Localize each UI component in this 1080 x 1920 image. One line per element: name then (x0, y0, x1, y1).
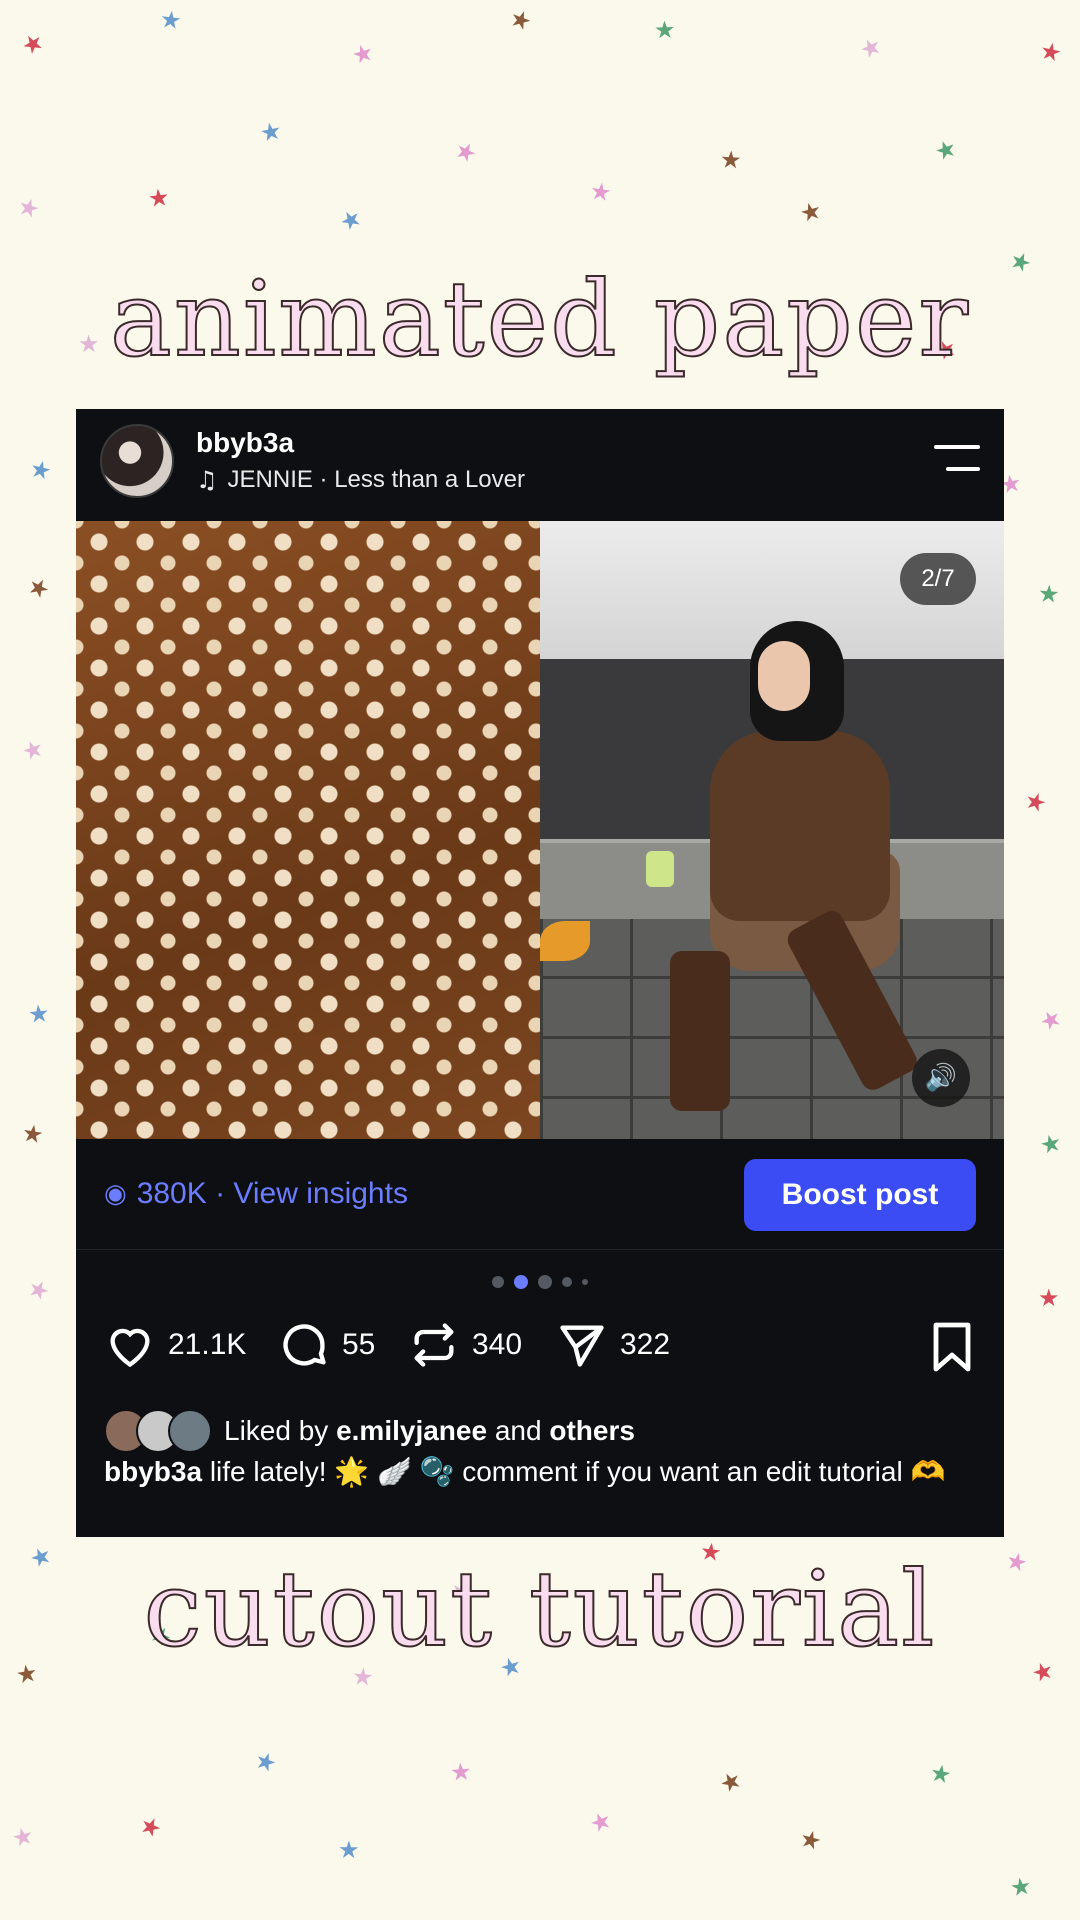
music-note-icon: ♫ (196, 466, 218, 494)
repost-icon (414, 1323, 454, 1367)
comment-count: 55 (342, 1328, 376, 1361)
star-icon: ★ (585, 1804, 616, 1840)
star-icon: ★ (19, 1118, 46, 1150)
media-counter: 2/7 (900, 553, 976, 605)
liked-by-text: Liked by e.milyjanee and others (224, 1415, 635, 1446)
send-icon (560, 1325, 604, 1367)
star-icon: ★ (1037, 36, 1065, 68)
star-icon: ★ (257, 116, 284, 148)
insights-label: 380K · View insights (136, 1177, 408, 1210)
overlay-title-top: animated paper (109, 257, 971, 381)
action-bar: 21.1K 55 340 322 (104, 1319, 976, 1379)
bookmark-icon[interactable] (928, 1321, 976, 1373)
carousel-dot (492, 1276, 504, 1288)
carousel-dot (514, 1275, 528, 1289)
insights-bar: ◉ 380K · View insights Boost post (76, 1139, 1004, 1250)
star-icon: ★ (449, 1757, 473, 1787)
star-icon: ★ (1036, 1127, 1065, 1161)
share-action[interactable]: 322 (556, 1319, 670, 1371)
share-count: 322 (620, 1328, 671, 1361)
menu-icon[interactable] (932, 445, 980, 475)
carousel-dot (562, 1277, 572, 1287)
star-icon: ★ (719, 145, 743, 175)
star-icon: ★ (1008, 1871, 1034, 1903)
star-icon: ★ (337, 1835, 360, 1865)
username[interactable]: bbyb3a (196, 427, 294, 459)
star-icon: ★ (796, 195, 825, 229)
like-action[interactable]: 21.1K (104, 1319, 246, 1371)
star-icon: ★ (22, 570, 55, 606)
star-icon: ★ (449, 134, 482, 170)
post-media[interactable]: 2/7 🔊 (76, 521, 1004, 1139)
comment-icon (283, 1324, 326, 1366)
star-icon: ★ (653, 15, 676, 45)
star-icon: ★ (348, 37, 377, 71)
star-icon: ★ (16, 26, 50, 62)
like-count: 21.1K (168, 1328, 247, 1361)
fur-texture-image (76, 521, 540, 1139)
star-icon: ★ (26, 999, 51, 1029)
star-icon: ★ (930, 133, 961, 167)
carousel-dot (538, 1275, 552, 1289)
star-icon: ★ (14, 191, 44, 225)
heart-icon (110, 1328, 150, 1368)
star-icon: ★ (855, 30, 887, 66)
star-icon: ★ (714, 1764, 747, 1800)
star-icon: ★ (1037, 579, 1061, 609)
star-icon: ★ (135, 1809, 167, 1845)
star-icon: ★ (1038, 1284, 1060, 1312)
photo-image (540, 521, 1004, 1139)
star-icon: ★ (1021, 785, 1051, 819)
star-icon: ★ (251, 1745, 281, 1779)
carousel-dot (582, 1279, 588, 1285)
star-icon: ★ (27, 453, 55, 487)
music-label: JENNIE · Less than a Lover (227, 466, 525, 493)
star-icon: ★ (927, 1758, 954, 1790)
avatar[interactable] (100, 424, 174, 498)
music-info[interactable]: ♫ JENNIE · Less than a Lover (196, 466, 525, 494)
view-insights-link[interactable]: ◉ 380K · View insights (104, 1177, 408, 1211)
boost-post-button[interactable]: Boost post (744, 1159, 976, 1231)
post-card: bbyb3a ♫ JENNIE · Less than a Lover 2/7 (76, 409, 1004, 1537)
overlay-title-bottom: cutout tutorial (143, 1547, 937, 1671)
liked-by-row[interactable]: Liked by e.milyjanee and others (104, 1409, 635, 1453)
repost-count: 340 (472, 1328, 523, 1361)
caption: bbyb3a life lately! 🌟 🪽 🫧 comment if you… (104, 1455, 974, 1489)
carousel-dots (76, 1275, 1004, 1289)
star-icon: ★ (505, 3, 536, 37)
star-icon: ★ (588, 176, 614, 208)
repost-action[interactable]: 340 (408, 1319, 522, 1371)
star-icon: ★ (9, 1820, 37, 1854)
eye-icon: ◉ (104, 1179, 127, 1209)
liked-avatar (168, 1409, 212, 1453)
caption-text: life lately! 🌟 🪽 🫧 comment if you want a… (209, 1456, 946, 1487)
speaker-icon[interactable]: 🔊 (912, 1049, 970, 1107)
star-icon: ★ (796, 1823, 825, 1857)
star-icon: ★ (18, 733, 48, 767)
star-icon: ★ (1034, 1002, 1067, 1038)
star-icon: ★ (23, 1272, 55, 1308)
star-icon: ★ (334, 202, 367, 238)
star-icon: ★ (146, 182, 171, 214)
post-header: bbyb3a ♫ JENNIE · Less than a Lover (76, 409, 1004, 521)
caption-username[interactable]: bbyb3a (104, 1456, 202, 1487)
comment-action[interactable]: 55 (278, 1319, 375, 1371)
star-icon: ★ (158, 4, 184, 36)
